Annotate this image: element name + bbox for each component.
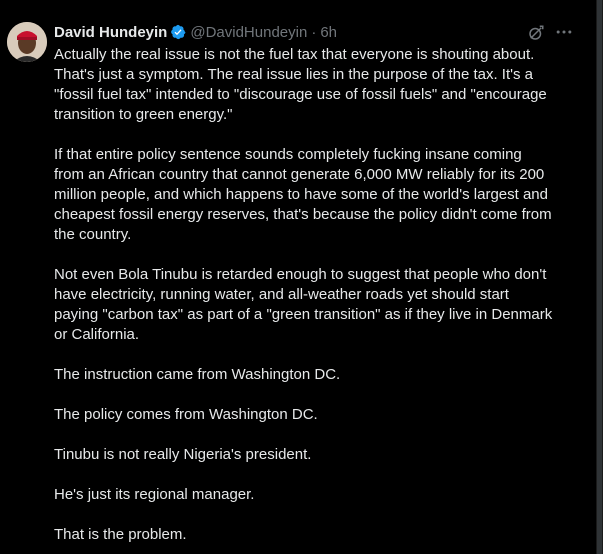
verified-badge-icon <box>171 24 186 40</box>
author-handle[interactable]: @DavidHundeyin <box>190 24 307 41</box>
tweet-paragraph-3: Not even Bola Tinubu is retarded enough … <box>54 266 553 343</box>
avatar-photo-icon <box>7 22 47 62</box>
tweet-text: Actually the real issue is not the fuel … <box>54 45 582 554</box>
tweet-paragraph-5: The policy comes from Washington DC. <box>54 406 318 423</box>
tweet-paragraph-2: If that entire policy sentence sounds co… <box>54 146 552 243</box>
more-icon[interactable] <box>554 22 574 42</box>
scrollbar-thumb[interactable] <box>597 0 602 554</box>
tweet-paragraph-6: Tinubu is not really Nigeria's president… <box>54 446 312 463</box>
author-avatar[interactable] <box>7 22 47 62</box>
tweet-paragraph-7: He's just its regional manager. <box>54 486 255 503</box>
header-separator: · <box>311 23 317 41</box>
tweet-paragraph-4: The instruction came from Washington DC. <box>54 366 341 383</box>
scrollbar[interactable] <box>596 0 603 554</box>
tweet-card[interactable]: David Hundeyin @DavidHundeyin · 6h Actua… <box>0 0 596 554</box>
grok-icon[interactable] <box>527 24 545 42</box>
tweet-timestamp[interactable]: 6h <box>320 24 337 41</box>
tweet-paragraph-1: Actually the real issue is not the fuel … <box>54 46 547 123</box>
tweet-header: David Hundeyin @DavidHundeyin · 6h <box>54 22 337 42</box>
author-name[interactable]: David Hundeyin <box>54 24 167 41</box>
tweet-paragraph-8: That is the problem. <box>54 526 187 543</box>
